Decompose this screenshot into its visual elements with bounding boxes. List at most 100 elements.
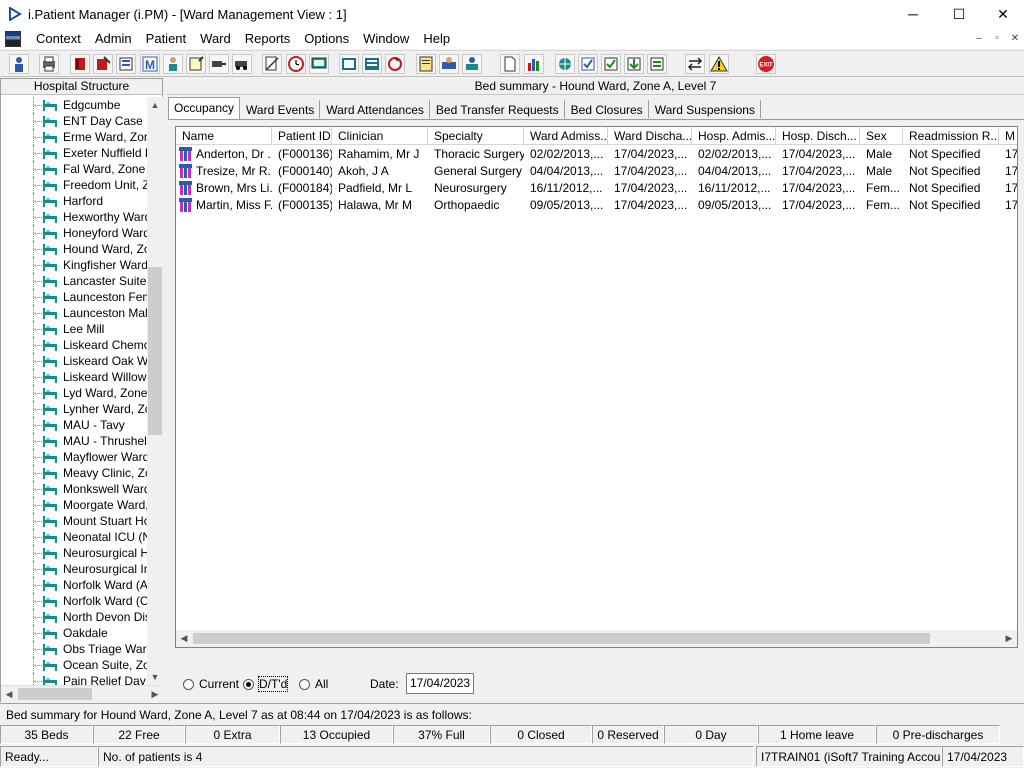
column-header[interactable]: Readmission R...	[903, 127, 999, 145]
tree-item[interactable]: Edgcumbe	[1, 97, 147, 113]
column-header[interactable]: Ward Admiss...	[524, 127, 608, 145]
clock-icon[interactable]	[286, 54, 306, 74]
all-radio-option[interactable]: All	[299, 676, 328, 692]
notes-icon[interactable]	[186, 54, 206, 74]
menu-context[interactable]: Context	[29, 28, 88, 49]
tree-item[interactable]: Hexworthy Ward,	[1, 209, 147, 225]
tab-bed-closures[interactable]: Bed Closures	[565, 100, 649, 119]
column-header[interactable]: Clinician	[332, 127, 428, 145]
monitor-icon[interactable]	[309, 54, 329, 74]
check-doc-icon[interactable]	[601, 54, 621, 74]
scroll-thumb[interactable]	[148, 267, 162, 435]
warning-icon[interactable]	[709, 54, 729, 74]
scroll-right-icon[interactable]: ▶	[147, 686, 163, 702]
tree-item[interactable]: Fal Ward, Zone E	[1, 161, 147, 177]
column-header[interactable]: Hosp. Disch...	[776, 127, 860, 145]
all-radio[interactable]	[299, 678, 310, 690]
download-icon[interactable]	[624, 54, 644, 74]
column-header[interactable]: Ward Discha...	[608, 127, 692, 145]
tab-bed-transfer-requests[interactable]: Bed Transfer Requests	[430, 100, 565, 119]
table-row[interactable]: Tresize, Mr R... (F000140) Akoh, J A Genera…	[176, 163, 1017, 180]
mdi-minimize-button[interactable]: –	[970, 31, 988, 47]
column-header[interactable]: M	[999, 127, 1017, 145]
scroll-up-icon[interactable]: ▲	[147, 97, 163, 113]
tree-item[interactable]: Launceston Fema	[1, 289, 147, 305]
menu-reports[interactable]: Reports	[238, 28, 298, 49]
edit-book-icon[interactable]	[93, 54, 113, 74]
tree-item[interactable]: Lynher Ward, Zor	[1, 401, 147, 417]
grid-horizontal-scrollbar[interactable]: ◀ ▶	[176, 630, 1017, 647]
menu-window[interactable]: Window	[356, 28, 416, 49]
tree-item[interactable]: Liskeard Willow V	[1, 369, 147, 385]
tree-item[interactable]: MAU - Thrushel	[1, 433, 147, 449]
tree-item[interactable]: Norfolk Ward (Co	[1, 593, 147, 609]
person-icon[interactable]	[163, 54, 183, 74]
menu-help[interactable]: Help	[416, 28, 457, 49]
minimize-button[interactable]: ─	[890, 0, 936, 28]
tab-occupancy[interactable]: Occupancy	[168, 97, 241, 119]
tree-item[interactable]: Freedom Unit, Zo	[1, 177, 147, 193]
tree-item[interactable]: Exeter Nuffield H	[1, 145, 147, 161]
maximize-button[interactable]: ☐	[936, 0, 982, 28]
tree-item[interactable]: Liskeard Chemo D	[1, 337, 147, 353]
date-input[interactable]: 17/04/2023	[406, 673, 474, 694]
tree-item[interactable]: Neonatal ICU (NN	[1, 529, 147, 545]
column-header[interactable]: Specialty	[428, 127, 524, 145]
tree-item[interactable]: Honeyford Ward,	[1, 225, 147, 241]
tree-item[interactable]: Neurosurgical Inte	[1, 561, 147, 577]
search-doc-icon[interactable]	[262, 54, 282, 74]
chart-doc-icon[interactable]	[339, 54, 359, 74]
hospital-tree[interactable]: Edgcumbe ENT Day Case U Erme Ward, Zone Exe…	[1, 97, 147, 685]
tree-item[interactable]: Pain Relief Day C	[1, 673, 147, 685]
sync-icon[interactable]	[647, 54, 667, 74]
scroll-right-icon[interactable]: ▶	[1001, 630, 1017, 647]
tab-ward-events[interactable]: Ward Events	[240, 100, 321, 119]
column-header[interactable]: Patient ID	[272, 127, 332, 145]
tree-item[interactable]: Lyd Ward, Zone I	[1, 385, 147, 401]
document-icon[interactable]	[500, 54, 520, 74]
close-button[interactable]: ✕	[980, 0, 1024, 28]
find-patient-icon[interactable]	[9, 54, 29, 74]
scroll-thumb[interactable]	[193, 633, 930, 644]
globe-icon[interactable]	[555, 54, 575, 74]
printer-user-icon[interactable]	[439, 54, 459, 74]
scroll-down-icon[interactable]: ▼	[147, 669, 163, 685]
list-doc-icon[interactable]	[362, 54, 382, 74]
menu-ward[interactable]: Ward	[193, 28, 238, 49]
scroll-left-icon[interactable]: ◀	[176, 630, 192, 647]
forms-icon[interactable]	[116, 54, 136, 74]
check-list-icon[interactable]	[578, 54, 598, 74]
tree-item[interactable]: Monkswell Ward,	[1, 481, 147, 497]
tree-item[interactable]: Obs Triage Ward	[1, 641, 147, 657]
column-header[interactable]: Name	[176, 127, 272, 145]
dtd-radio-option[interactable]: D/T'd	[243, 676, 289, 692]
tree-item[interactable]: Lancaster Suite, Z	[1, 273, 147, 289]
tree-item[interactable]: Mount Stuart Hos	[1, 513, 147, 529]
mdi-close-button[interactable]: ✕	[1006, 31, 1024, 47]
current-radio-option[interactable]: Current	[183, 676, 239, 692]
tab-ward-attendances[interactable]: Ward Attendances	[320, 100, 430, 119]
tree-item[interactable]: MAU - Tavy	[1, 417, 147, 433]
tree-item[interactable]: Ocean Suite, Zor	[1, 657, 147, 673]
tree-item[interactable]: Oakdale	[1, 625, 147, 641]
tree-item[interactable]: Harford	[1, 193, 147, 209]
tree-item[interactable]: Launceston Male	[1, 305, 147, 321]
scroll-thumb[interactable]	[18, 688, 92, 700]
mdi-restore-button[interactable]: ▫	[988, 31, 1006, 47]
column-header[interactable]: Sex	[860, 127, 903, 145]
transfer-icon[interactable]	[209, 54, 229, 74]
tree-item[interactable]: Kingfisher Ward	[1, 257, 147, 273]
tree-item[interactable]: Lee Mill	[1, 321, 147, 337]
tree-item[interactable]: Moorgate Ward, Z	[1, 497, 147, 513]
m-icon[interactable]: M	[140, 54, 160, 74]
tree-item[interactable]: Mayflower Ward,	[1, 449, 147, 465]
arrows-icon[interactable]	[685, 54, 705, 74]
tree-item[interactable]: Hound Ward, Zor	[1, 241, 147, 257]
tree-item[interactable]: Meavy Clinic, Zor	[1, 465, 147, 481]
current-radio[interactable]	[183, 678, 194, 690]
tree-item[interactable]: Erme Ward, Zone	[1, 129, 147, 145]
tree-vertical-scrollbar[interactable]: ▲ ▼	[147, 97, 163, 685]
mdi-system-menu-icon[interactable]	[5, 30, 21, 47]
bar-chart-icon[interactable]	[524, 54, 544, 74]
ambulance-icon[interactable]	[232, 54, 252, 74]
